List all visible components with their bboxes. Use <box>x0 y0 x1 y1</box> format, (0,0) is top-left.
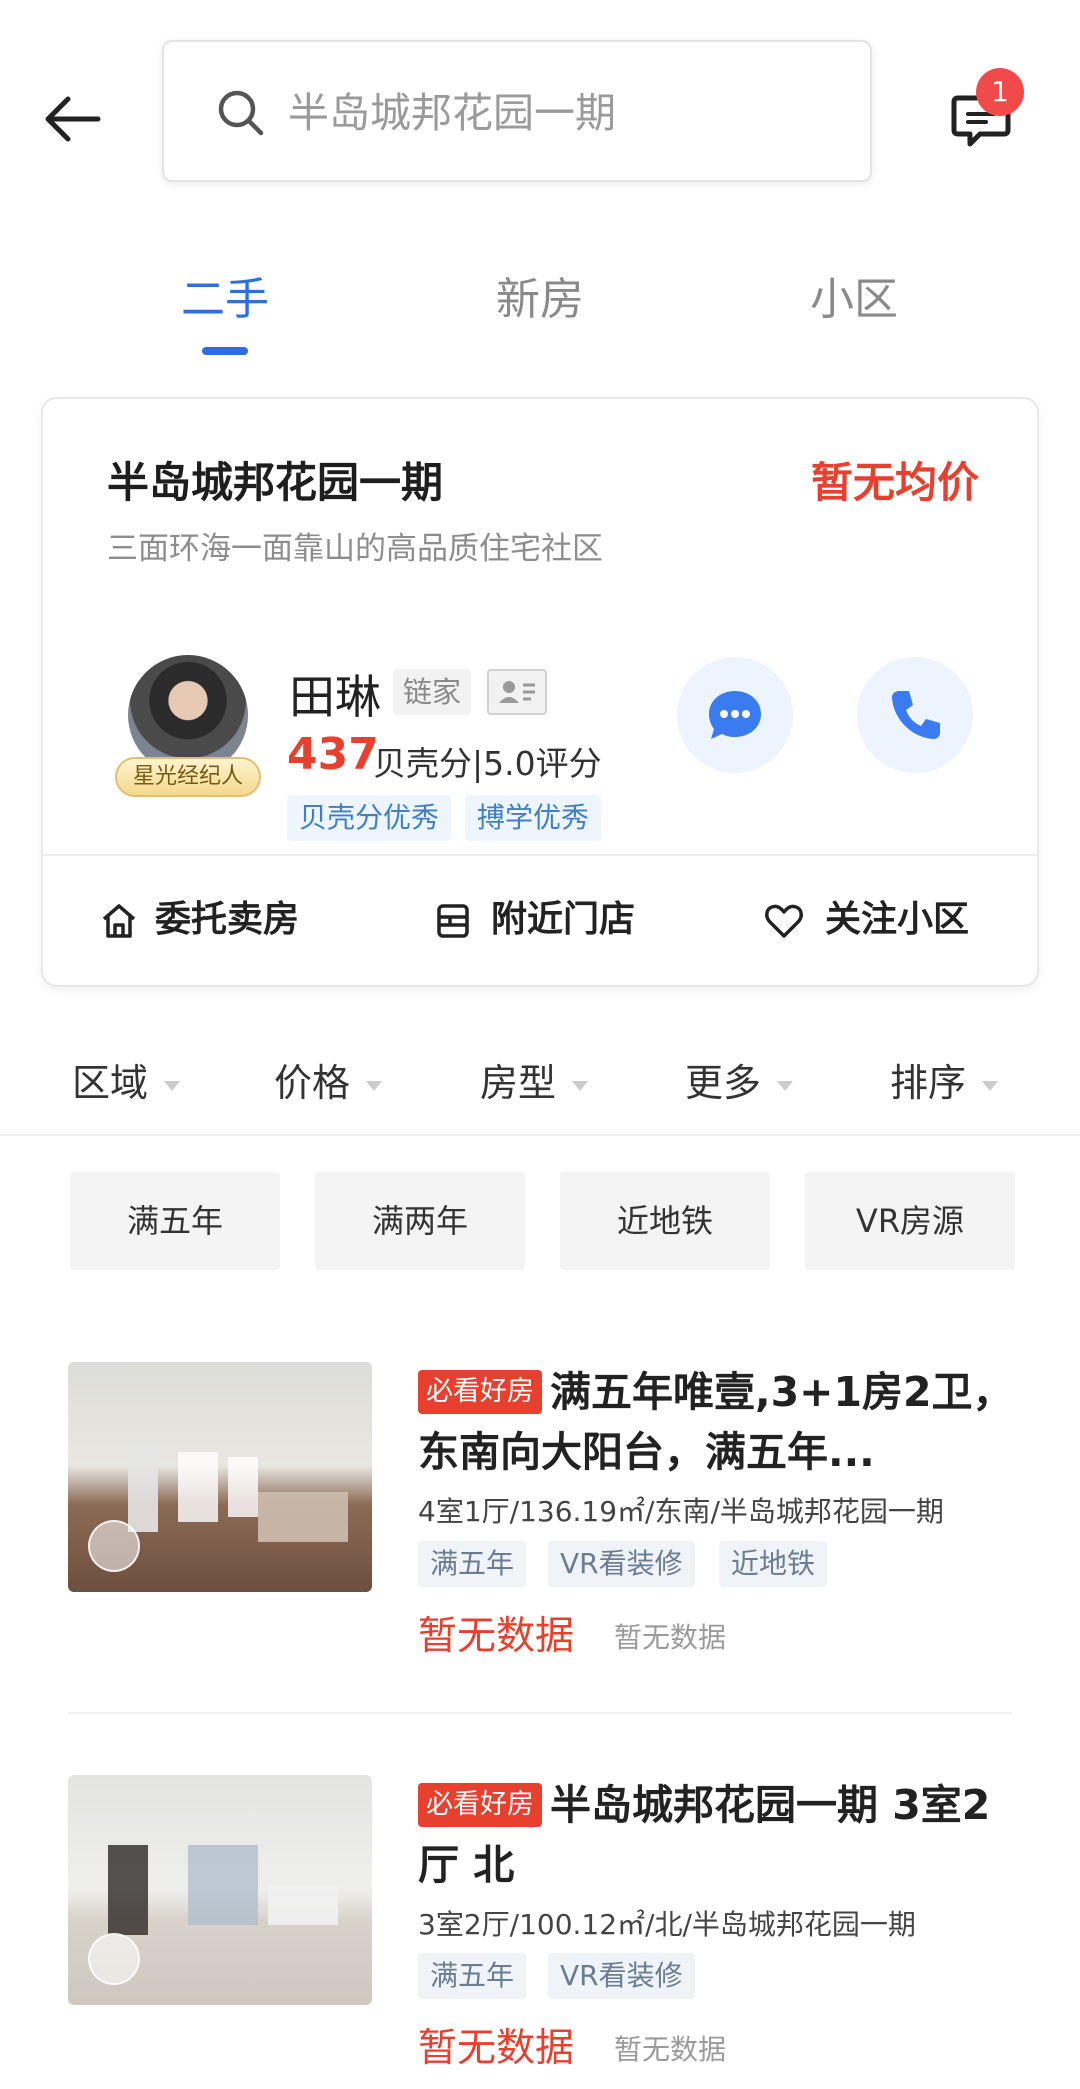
listing-tag: VR看装修 <box>548 1953 695 1999</box>
filter-layout[interactable]: 房型 <box>480 1052 589 1107</box>
listing-tag: 近地铁 <box>719 1541 828 1587</box>
search-text: 半岛城邦花园一期 <box>288 89 616 137</box>
quick-tag-near-subway[interactable]: 近地铁 <box>560 1172 770 1270</box>
home-icon <box>102 904 136 938</box>
community-name[interactable]: 半岛城邦花园一期 <box>107 449 443 510</box>
entrust-sell-button[interactable]: 委托卖房 <box>99 895 339 945</box>
card-divider <box>43 854 1037 856</box>
listing-divider <box>68 1712 1012 1714</box>
message-bubble-icon <box>709 691 761 739</box>
listing-title[interactable]: 必看好房 满五年唯壹,3+1房2卫，东南向大阳台，满五年... <box>418 1362 1018 1482</box>
tab-community[interactable]: 小区 <box>774 270 934 330</box>
filter-label: 排序 <box>890 1061 967 1105</box>
community-avg-price: 暂无均价 <box>810 458 979 507</box>
dropdown-caret-icon <box>982 1080 999 1091</box>
quick-tag-vr[interactable]: VR房源 <box>805 1172 1015 1270</box>
listing-photo[interactable] <box>68 1362 372 1592</box>
community-subtitle: 三面环海一面靠山的高品质住宅社区 <box>107 531 603 567</box>
listing-unit-price: 暂无数据 <box>614 2033 727 2066</box>
quick-tag-five-years[interactable]: 满五年 <box>70 1172 280 1270</box>
must-see-badge: 必看好房 <box>418 1783 542 1827</box>
back-arrow-icon <box>45 96 101 142</box>
listing-tag: VR看装修 <box>548 1541 695 1587</box>
listing-price: 暂无数据 <box>418 1614 575 1659</box>
listing-photo[interactable] <box>68 1775 372 2005</box>
community-card: 半岛城邦花园一期 暂无均价 三面环海一面靠山的高品质住宅社区 星光经纪人 田琳 … <box>41 397 1039 987</box>
active-tab-indicator <box>202 347 248 355</box>
filter-divider <box>0 1134 1080 1136</box>
must-see-badge: 必看好房 <box>418 1370 542 1414</box>
filter-label: 价格 <box>274 1061 351 1105</box>
chat-agent-button[interactable] <box>677 657 793 773</box>
listing-tag: 满五年 <box>418 1541 527 1587</box>
filter-label: 区域 <box>72 1061 149 1105</box>
search-icon <box>218 90 264 136</box>
listing-title[interactable]: 必看好房 半岛城邦花园一期 3室2厅 北 <box>418 1775 1018 1895</box>
filter-district[interactable]: 区域 <box>72 1052 181 1107</box>
tab-new-house[interactable]: 新房 <box>460 270 620 330</box>
dropdown-caret-icon <box>366 1080 383 1091</box>
agent-badge: 贝壳分优秀 <box>287 795 452 841</box>
agent-star-tag: 星光经纪人 <box>115 757 261 797</box>
agent-company: 链家 <box>393 669 472 715</box>
follow-community-label: 关注小区 <box>825 899 970 940</box>
agent-score: 437 <box>287 729 379 780</box>
listing-tag: 满五年 <box>418 1953 527 1999</box>
listing-unit-price: 暂无数据 <box>614 1621 727 1654</box>
dropdown-caret-icon <box>164 1080 181 1091</box>
nearby-store-button[interactable]: 附近门店 <box>433 895 673 945</box>
vr-icon <box>88 1933 140 1985</box>
nearby-store-label: 附近门店 <box>491 899 636 940</box>
call-agent-button[interactable] <box>857 657 973 773</box>
agent-badge: 搏学优秀 <box>465 795 602 841</box>
message-count-badge: 1 <box>976 68 1024 116</box>
search-input[interactable]: 半岛城邦花园一期 <box>162 40 872 182</box>
heart-icon <box>765 904 803 938</box>
agent-name[interactable]: 田琳 <box>289 661 381 727</box>
back-button[interactable] <box>40 84 110 154</box>
store-icon <box>437 904 469 938</box>
quick-tag-two-years[interactable]: 满两年 <box>315 1172 525 1270</box>
tab-second-hand[interactable]: 二手 <box>145 270 305 330</box>
listing-meta: 3室2厅/100.12㎡/北/半岛城邦花园一期 <box>418 1908 916 1941</box>
filter-price[interactable]: 价格 <box>274 1052 383 1107</box>
filter-label: 房型 <box>480 1061 557 1105</box>
dropdown-caret-icon <box>572 1080 589 1091</box>
entrust-sell-label: 委托卖房 <box>155 899 300 940</box>
id-card-icon[interactable] <box>487 669 547 715</box>
phone-icon <box>892 691 940 739</box>
filter-sort[interactable]: 排序 <box>890 1052 999 1107</box>
listing-price: 暂无数据 <box>418 2026 575 2071</box>
dropdown-caret-icon <box>777 1080 794 1091</box>
filter-more[interactable]: 更多 <box>685 1052 794 1107</box>
agent-score-text: 贝壳分|5.0评分 <box>373 744 602 783</box>
filter-label: 更多 <box>685 1061 762 1105</box>
vr-icon <box>88 1520 140 1572</box>
follow-community-button[interactable]: 关注小区 <box>763 895 1003 945</box>
listing-meta: 4室1厅/136.19㎡/东南/半岛城邦花园一期 <box>418 1495 944 1528</box>
